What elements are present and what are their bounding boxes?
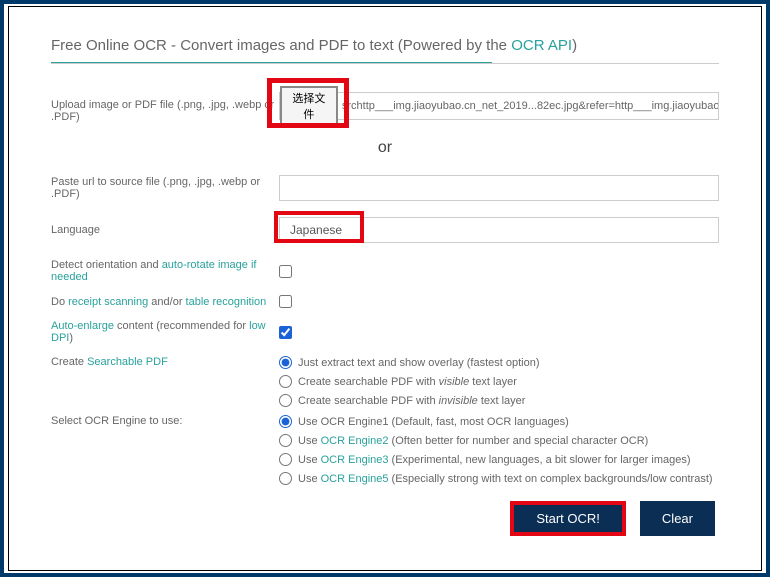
engine5-link[interactable]: OCR Engine5 [321,473,389,485]
choose-file-button[interactable]: 选择文件 [280,86,338,126]
paste-row: Paste url to source file (.png, .jpg, .w… [51,175,719,201]
engine2-link[interactable]: OCR Engine2 [321,435,389,447]
engine5-radio[interactable] [279,472,292,485]
receipt-scanning-link[interactable]: receipt scanning [68,296,148,308]
pdf-radio-visible[interactable] [279,375,292,388]
page-title: Free Online OCR - Convert images and PDF… [51,37,719,54]
pdf-opt2[interactable]: Create searchable PDF with visible text … [279,375,540,388]
engine2[interactable]: Use OCR Engine2 (Often better for number… [279,434,713,447]
pdf-options: Just extract text and show overlay (fast… [279,356,540,407]
searchable-pdf-link[interactable]: Searchable PDF [87,356,168,368]
enlarge-label: Auto-enlarge content (recommended for lo… [51,320,279,344]
title-prefix: Free Online OCR - Convert images and PDF… [51,37,511,54]
pdf-opt3[interactable]: Create searchable PDF with invisible tex… [279,394,540,407]
language-select[interactable]: Japanese [279,217,719,243]
start-ocr-button[interactable]: Start OCR! [514,505,622,532]
highlight-start: Start OCR! [510,501,626,536]
clear-button[interactable]: Clear [640,501,715,536]
paste-url-input[interactable] [279,175,719,201]
pdf-label: Create Searchable PDF [51,356,279,368]
engine-options: Use OCR Engine1 (Default, fast, most OCR… [279,415,713,485]
engine2-radio[interactable] [279,434,292,447]
paste-label: Paste url to source file (.png, .jpg, .w… [51,176,279,200]
orientation-row: Detect orientation and auto-rotate image… [51,259,719,283]
enlarge-row: Auto-enlarge content (recommended for lo… [51,320,719,344]
title-rule-gray [51,63,719,64]
receipt-row: Do receipt scanning and/or table recogni… [51,295,719,308]
or-divider: or [51,139,719,157]
file-input-wrap[interactable]: 选择文件 srchttp___img.jiaoyubao.cn_net_2019… [279,92,719,120]
pdf-radio-invisible[interactable] [279,394,292,407]
chosen-filename: srchttp___img.jiaoyubao.cn_net_2019...82… [338,100,718,112]
engine-label: Select OCR Engine to use: [51,415,279,427]
receipt-label: Do receipt scanning and/or table recogni… [51,296,279,308]
engine3-link[interactable]: OCR Engine3 [321,454,389,466]
title-suffix: ) [572,37,577,54]
pdf-row: Create Searchable PDF Just extract text … [51,356,719,407]
upload-row: Upload image or PDF file (.png, .jpg, .w… [51,92,719,123]
orientation-checkbox[interactable] [279,265,292,278]
engine5[interactable]: Use OCR Engine5 (Especially strong with … [279,472,713,485]
action-buttons: Start OCR! Clear [51,501,719,536]
engine3-radio[interactable] [279,453,292,466]
enlarge-checkbox[interactable] [279,326,292,339]
engine-row: Select OCR Engine to use: Use OCR Engine… [51,415,719,485]
auto-enlarge-link[interactable]: Auto-enlarge [51,320,114,332]
engine3[interactable]: Use OCR Engine3 (Experimental, new langu… [279,453,713,466]
receipt-checkbox[interactable] [279,295,292,308]
pdf-opt1[interactable]: Just extract text and show overlay (fast… [279,356,540,369]
language-label: Language [51,224,279,236]
upload-label: Upload image or PDF file (.png, .jpg, .w… [51,92,279,123]
ocr-api-link[interactable]: OCR API [511,37,572,54]
language-row: Language Japanese [51,217,719,243]
pdf-radio-extract[interactable] [279,356,292,369]
engine1[interactable]: Use OCR Engine1 (Default, fast, most OCR… [279,415,713,428]
engine1-radio[interactable] [279,415,292,428]
orientation-label: Detect orientation and auto-rotate image… [51,259,279,283]
table-recognition-link[interactable]: table recognition [186,296,267,308]
